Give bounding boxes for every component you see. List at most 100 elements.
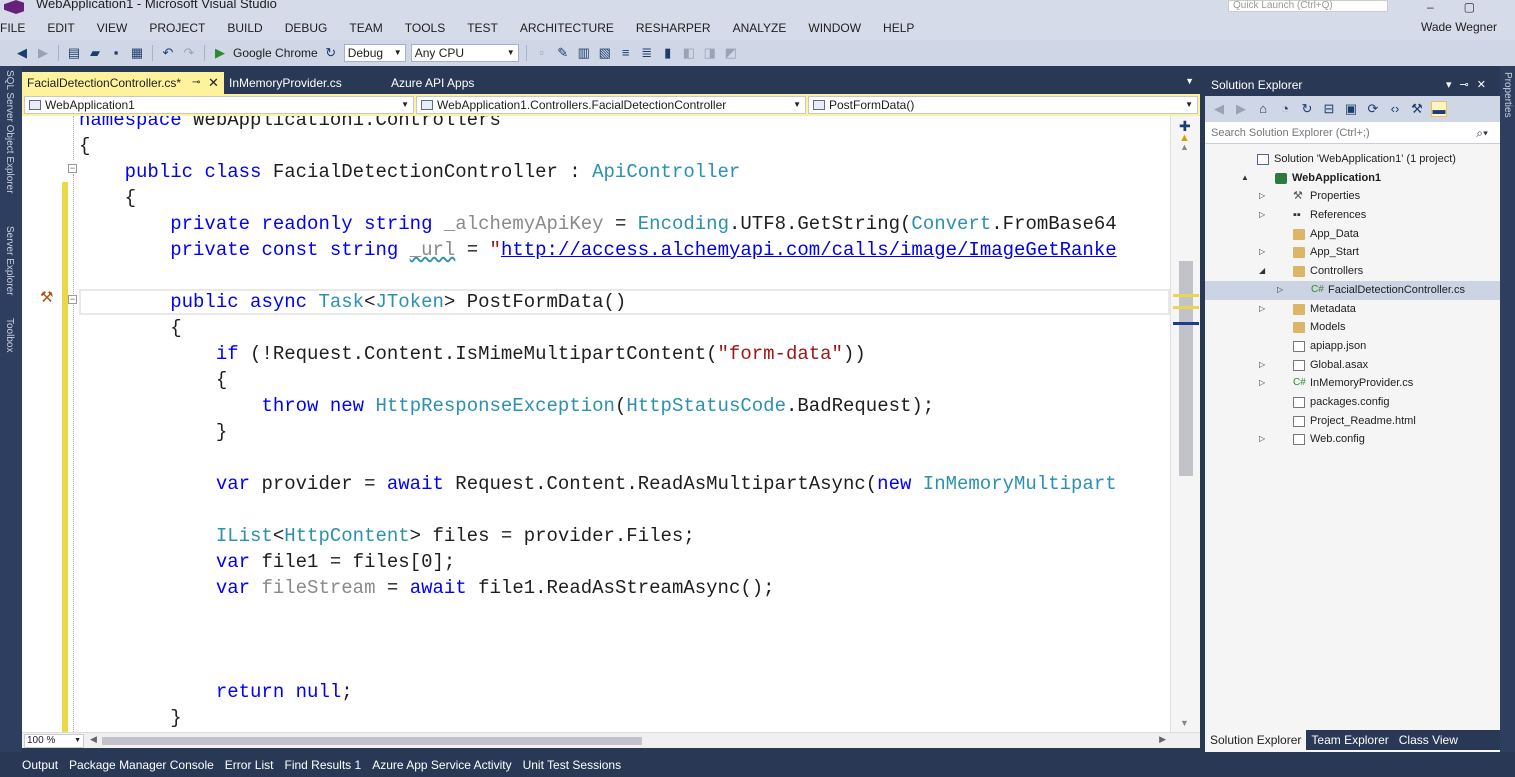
tree-node[interactable]: Solution 'WebApplication1' (1 project) — [1205, 150, 1500, 169]
refresh-icon[interactable]: ↻ — [323, 45, 339, 61]
code-line[interactable]: { — [79, 315, 181, 341]
run-target-label[interactable]: Google Chrome — [233, 46, 318, 60]
expander-icon[interactable]: ▷ — [1259, 206, 1269, 225]
code-line[interactable]: private const string _url = "http://acce… — [79, 237, 1116, 263]
sql-server-object-explorer-tab[interactable]: SQL Server Object Explorer — [4, 70, 15, 194]
panel-window-controls[interactable]: ▾⊸✕ — [1446, 74, 1494, 96]
expander-icon[interactable]: ▷ — [1259, 374, 1269, 393]
scroll-down-icon[interactable]: ▼ — [1180, 718, 1189, 728]
menu-edit[interactable]: EDIT — [36, 16, 85, 40]
quick-actions-icon[interactable]: ⚒ — [40, 288, 53, 306]
menu-team[interactable]: TEAM — [338, 16, 393, 40]
expander-icon[interactable]: ▷ — [1277, 281, 1287, 300]
menu-window[interactable]: WINDOW — [797, 16, 872, 40]
attach-icon[interactable]: ✎ — [555, 45, 571, 61]
code-line[interactable]: IList<HttpContent> files = provider.File… — [79, 523, 695, 549]
scroll-right-icon[interactable]: ▶ — [1159, 734, 1166, 745]
member-select[interactable]: PostFormData() ▼ — [808, 96, 1198, 114]
type-select[interactable]: WebApplication1.Controllers.FacialDetect… — [416, 96, 806, 114]
scrollbar-thumb[interactable] — [102, 737, 642, 745]
code-line[interactable]: throw new HttpResponseException(HttpStat… — [79, 393, 934, 419]
tree-node[interactable]: ▷ ⚒ Properties — [1205, 187, 1500, 206]
menu-tools[interactable]: TOOLS — [394, 16, 456, 40]
zoom-select[interactable]: 100 % ▼ — [24, 734, 84, 748]
menu-project[interactable]: PROJECT — [138, 16, 216, 40]
tree-node[interactable]: ▷ Global.asax — [1205, 356, 1500, 375]
tree-node[interactable]: apiapp.json — [1205, 337, 1500, 356]
tree-node[interactable]: ▷ App_Start — [1205, 243, 1500, 262]
code-editor[interactable]: − − ⚒ namespace WebApplication1.Controll… — [22, 116, 1200, 732]
collapse-all-icon[interactable]: ⊟ — [1321, 101, 1337, 117]
tree-node[interactable]: ◢ Controllers — [1205, 262, 1500, 281]
menu-build[interactable]: BUILD — [216, 16, 273, 40]
menu-architecture[interactable]: ARCHITECTURE — [509, 16, 625, 40]
tab-error-list[interactable]: Error List — [225, 758, 285, 772]
code-line[interactable]: { — [79, 185, 136, 211]
menu-file[interactable]: FILE — [0, 16, 36, 40]
open-file-icon[interactable]: ▰ — [87, 45, 103, 61]
comment-icon[interactable]: ≡ — [618, 45, 634, 61]
menu-resharper[interactable]: RESHARPER — [625, 16, 722, 40]
back-icon[interactable]: ◀ — [1211, 101, 1227, 117]
expander-icon[interactable]: ▷ — [1259, 243, 1269, 262]
redo-icon[interactable]: ↷ — [181, 45, 197, 61]
tree-node[interactable]: ▲ WebApplication1 — [1205, 169, 1500, 188]
tab-azure-app-service-activity[interactable]: Azure App Service Activity — [372, 758, 522, 772]
code-text[interactable]: namespace WebApplication1.Controllers{ p… — [79, 116, 1170, 732]
new-project-icon[interactable]: ▤ — [66, 45, 82, 61]
code-line[interactable]: var fileStream = await file1.ReadAsStrea… — [79, 575, 775, 601]
home-icon[interactable]: ⌂ — [1255, 101, 1271, 117]
code-line[interactable]: private readonly string _alchemyApiKey =… — [79, 211, 1116, 237]
vertical-scrollbar[interactable]: ✚ ▲ ▲ ▼ — [1170, 116, 1200, 732]
tab-package-manager-console[interactable]: Package Manager Console — [69, 758, 225, 772]
view-code-icon[interactable]: ‹› — [1387, 101, 1403, 117]
code-line[interactable]: if (!Request.Content.IsMimeMultipartCont… — [79, 341, 866, 367]
tab-unit-test-sessions[interactable]: Unit Test Sessions — [523, 758, 633, 772]
tree-node[interactable]: ▷ C# FacialDetectionController.cs — [1205, 280, 1500, 300]
save-all-icon[interactable]: ▦ — [129, 45, 145, 61]
horizontal-scrollbar[interactable]: 100 % ▼ ◀ ▶ — [22, 732, 1200, 748]
save-icon[interactable]: ▪ — [108, 45, 124, 61]
find-icon[interactable]: ▫ — [534, 45, 550, 61]
collapse-method-icon[interactable]: − — [68, 295, 77, 304]
code-line[interactable]: var file1 = files[0]; — [79, 549, 455, 575]
menu-view[interactable]: VIEW — [86, 16, 139, 40]
menu-test[interactable]: TEST — [456, 16, 509, 40]
quick-launch-input[interactable]: Quick Launch (Ctrl+Q) — [1228, 0, 1388, 12]
search-icon[interactable]: ⌕▾ — [1476, 122, 1488, 144]
tree-node[interactable]: ▷ Metadata — [1205, 300, 1500, 319]
chevron-down-icon[interactable]: ▼ — [1185, 76, 1194, 86]
bookmark-icon[interactable]: ▮ — [660, 45, 676, 61]
navigate-forward-icon[interactable]: ▶ — [35, 45, 51, 61]
sync-icon[interactable]: ↻ — [1299, 101, 1315, 117]
forward-icon[interactable]: ▶ — [1233, 101, 1249, 117]
next-bookmark-icon[interactable]: ◨ — [702, 45, 718, 61]
clear-bookmarks-icon[interactable]: ◩ — [723, 45, 739, 61]
code-line[interactable]: } — [79, 705, 181, 731]
expander-icon[interactable]: ▷ — [1259, 356, 1269, 375]
window-controls[interactable]: –▢ — [1427, 0, 1505, 14]
menu-debug[interactable]: DEBUG — [274, 16, 339, 40]
tab-in-memory-provider[interactable]: InMemoryProvider.cs — [224, 72, 384, 94]
toolbox-tab[interactable]: Toolbox — [4, 318, 15, 352]
pin-icon[interactable]: ⊸ — [192, 72, 200, 94]
close-icon[interactable]: ✕ — [208, 72, 219, 94]
code-line[interactable]: { — [79, 133, 90, 159]
solution-platform-select[interactable]: Any CPU ▼ — [410, 44, 519, 62]
pending-changes-filter-icon[interactable]: ◔ — [1277, 101, 1293, 117]
glyph-margin[interactable] — [22, 116, 62, 732]
solution-explorer-search-input[interactable]: Search Solution Explorer (Ctrl+;) ⌕▾ — [1205, 122, 1500, 144]
tab-facial-detection-controller[interactable]: FacialDetectionController.cs* ⊸ ✕ — [22, 72, 224, 94]
user-name[interactable]: Wade Wegner — [1421, 20, 1497, 34]
code-line[interactable]: } — [79, 419, 227, 445]
menu-help[interactable]: HELP — [872, 16, 925, 40]
project-select[interactable]: WebApplication1 ▼ — [24, 96, 414, 114]
server-explorer-tab[interactable]: Server Explorer — [4, 226, 15, 295]
navigate-back-icon[interactable]: ◀ — [14, 45, 30, 61]
refresh-icon[interactable]: ⟳ — [1365, 101, 1381, 117]
scroll-up-icon[interactable]: ▲ — [1180, 142, 1189, 152]
uncomment-icon[interactable]: ≣ — [639, 45, 655, 61]
properties-tab[interactable]: Properties — [1502, 72, 1513, 118]
scroll-left-icon[interactable]: ◀ — [90, 734, 97, 745]
code-line[interactable]: namespace WebApplication1.Controllers — [79, 116, 501, 133]
